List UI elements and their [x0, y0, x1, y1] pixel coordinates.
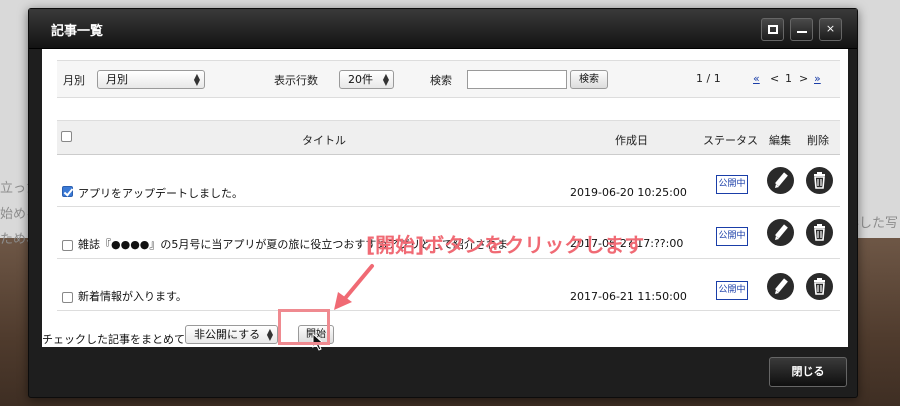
annotation-highlight-box [278, 309, 330, 345]
rows-per-page-label: 表示行数 [274, 74, 318, 87]
close-icon: × [825, 22, 836, 35]
pencil-icon [775, 172, 788, 188]
row-checkbox[interactable] [62, 186, 73, 197]
close-button[interactable]: 閉じる [769, 357, 847, 387]
trash-icon [814, 278, 825, 295]
row-title[interactable]: アプリをアップデートしました。 [78, 185, 243, 201]
filter-bar: 月別 月別 ▲ ▼ 表示行数 20件 ▲ ▼ 検索 検索 1 / 1 « < 1… [57, 60, 840, 98]
next-page: > [799, 72, 809, 85]
edit-button[interactable] [767, 219, 794, 246]
first-page-link[interactable]: « [753, 72, 760, 85]
trash-icon [814, 224, 825, 241]
trash-icon [814, 172, 825, 189]
minimize-button[interactable] [790, 18, 813, 41]
table-header: タイトル 作成日 ステータス 編集 削除 [57, 120, 840, 155]
table-row: アプリをアップデートしました。 2019-06-20 10:25:00 公開中 [57, 155, 840, 207]
delete-button[interactable] [806, 167, 833, 194]
month-filter-value: 月別 [106, 73, 128, 86]
rows-per-page-value: 20件 [348, 73, 373, 86]
column-title: タイトル [302, 134, 346, 147]
chevron-down-icon: ▼ [382, 78, 389, 87]
pencil-icon [775, 278, 788, 294]
row-title[interactable]: 新着情報が入ります。 [78, 288, 187, 304]
status-badge: 公開中 [716, 227, 748, 246]
column-status: ステータス [703, 134, 758, 147]
annotation-arrow-icon [334, 264, 374, 310]
column-created: 作成日 [615, 134, 648, 147]
select-all-checkbox[interactable] [61, 131, 72, 142]
search-button[interactable]: 検索 [570, 70, 608, 89]
last-page-link[interactable]: » [814, 72, 821, 85]
page-info: 1 / 1 [696, 72, 721, 85]
current-page: 1 [785, 72, 792, 85]
column-edit: 編集 [769, 134, 791, 147]
modal-content: 月別 月別 ▲ ▼ 表示行数 20件 ▲ ▼ 検索 検索 1 / 1 « < 1… [42, 49, 848, 351]
article-list-modal: 記事一覧 × 月別 月別 ▲ ▼ 表示行数 20件 ▲ ▼ 検索 検索 1 / … [28, 8, 858, 398]
rows-per-page-select[interactable]: 20件 ▲ ▼ [339, 70, 394, 89]
maximize-icon [767, 25, 778, 34]
column-delete: 削除 [807, 134, 829, 147]
delete-button[interactable] [806, 273, 833, 300]
search-label: 検索 [430, 74, 452, 87]
modal-title: 記事一覧 [51, 24, 104, 39]
chevron-down-icon: ▼ [266, 333, 273, 342]
pencil-icon [775, 224, 788, 240]
status-badge: 公開中 [716, 281, 748, 300]
month-filter-select[interactable]: 月別 ▲ ▼ [97, 70, 205, 89]
prev-page: < [770, 72, 780, 85]
status-badge: 公開中 [716, 175, 748, 194]
edit-button[interactable] [767, 167, 794, 194]
search-input[interactable] [467, 70, 567, 89]
chevron-down-icon: ▼ [193, 78, 200, 87]
table-row: 新着情報が入ります。 2017-06-21 11:50:00 公開中 [57, 259, 840, 311]
bulk-action-value: 非公開にする [194, 328, 261, 341]
maximize-button[interactable] [761, 18, 784, 41]
annotation-text: [開始]ボタンをクリックします [366, 233, 645, 257]
month-filter-label: 月別 [63, 74, 85, 87]
row-date: 2019-06-20 10:25:00 [570, 186, 687, 199]
row-checkbox[interactable] [62, 292, 73, 303]
bulk-action-label: チェックした記事をまとめて [42, 333, 185, 346]
edit-button[interactable] [767, 273, 794, 300]
modal-titlebar: 記事一覧 × [29, 9, 857, 49]
row-date: 2017-06-21 11:50:00 [570, 290, 687, 303]
close-window-button[interactable]: × [819, 18, 842, 41]
row-checkbox[interactable] [62, 240, 73, 251]
minimize-icon [796, 31, 807, 33]
bulk-action-select[interactable]: 非公開にする ▲ ▼ [185, 325, 278, 344]
delete-button[interactable] [806, 219, 833, 246]
